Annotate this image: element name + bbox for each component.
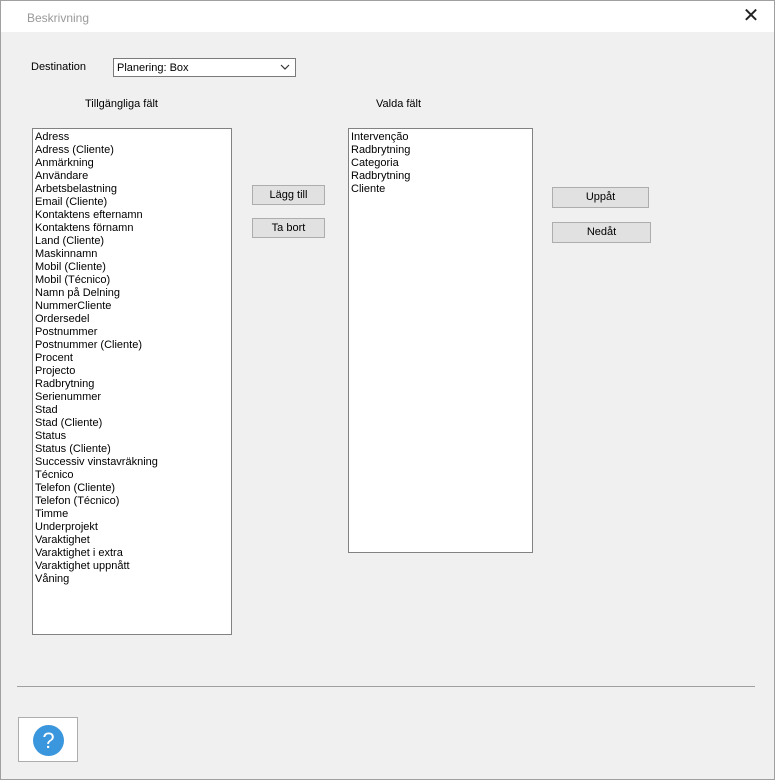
move-down-button[interactable]: Nedåt xyxy=(552,222,651,243)
available-field-list-item[interactable]: Postnummer xyxy=(35,326,231,339)
footer-divider xyxy=(17,686,755,687)
available-field-list-item[interactable]: Mobil (Técnico) xyxy=(35,274,231,287)
available-field-list-item[interactable]: Procent xyxy=(35,352,231,365)
selected-fields-header: Valda fält xyxy=(376,98,422,110)
available-field-list-item[interactable]: Mobil (Cliente) xyxy=(35,261,231,274)
available-fields-header: Tillgängliga fält xyxy=(85,98,158,110)
destination-label: Destination xyxy=(31,61,87,73)
add-button[interactable]: Lägg till xyxy=(252,185,325,205)
available-field-list-item[interactable]: Underprojekt xyxy=(35,521,231,534)
title-bar: Beskrivning ✕ xyxy=(1,1,774,32)
selected-field-list-item[interactable]: Radbrytning xyxy=(351,144,532,157)
available-field-list-item[interactable]: Adress xyxy=(35,131,231,144)
selected-field-list-item[interactable]: Radbrytning xyxy=(351,170,532,183)
selected-field-list-item[interactable]: Intervenção xyxy=(351,131,532,144)
available-field-list-item[interactable]: Varaktighet i extra xyxy=(35,547,231,560)
available-field-list-item[interactable]: Namn på Delning xyxy=(35,287,231,300)
chevron-down-icon xyxy=(280,64,290,70)
help-button[interactable]: ? xyxy=(18,717,78,762)
available-field-list-item[interactable]: Telefon (Cliente) xyxy=(35,482,231,495)
available-field-list-item[interactable]: Radbrytning xyxy=(35,378,231,391)
available-field-list-item[interactable]: Varaktighet xyxy=(35,534,231,547)
dialog-window: Beskrivning ✕ Destination Planering: Box… xyxy=(0,0,775,780)
available-fields-list[interactable]: Adress Adress (Cliente) Anmärkning Användar… xyxy=(32,128,232,635)
destination-selected-value: Planering: Box xyxy=(117,62,189,74)
available-field-list-item[interactable]: Email (Cliente) xyxy=(35,196,231,209)
available-field-list-item[interactable]: Land (Cliente) xyxy=(35,235,231,248)
available-field-list-item[interactable]: Varaktighet uppnått xyxy=(35,560,231,573)
available-field-list-item[interactable]: Kontaktens förnamn xyxy=(35,222,231,235)
remove-button[interactable]: Ta bort xyxy=(252,218,325,238)
help-icon: ? xyxy=(33,725,64,756)
available-field-list-item[interactable]: Stad xyxy=(35,404,231,417)
available-field-list-item[interactable]: Adress (Cliente) xyxy=(35,144,231,157)
selected-field-list-item[interactable]: Categoria xyxy=(351,157,532,170)
available-field-list-item[interactable]: Postnummer (Cliente) xyxy=(35,339,231,352)
available-field-list-item[interactable]: Timme xyxy=(35,508,231,521)
available-field-list-item[interactable]: Projecto xyxy=(35,365,231,378)
available-field-list-item[interactable]: Status (Cliente) xyxy=(35,443,231,456)
selected-fields-list[interactable]: Intervenção Radbrytning Categoria Radbrytni… xyxy=(348,128,533,553)
available-field-list-item[interactable]: Arbetsbelastning xyxy=(35,183,231,196)
available-field-list-item[interactable]: Kontaktens efternamn xyxy=(35,209,231,222)
close-icon[interactable]: ✕ xyxy=(740,5,762,27)
available-field-list-item[interactable]: Status xyxy=(35,430,231,443)
window-title: Beskrivning xyxy=(27,11,90,25)
available-field-list-item[interactable]: Stad (Cliente) xyxy=(35,417,231,430)
destination-select[interactable]: Planering: Box xyxy=(113,58,296,77)
available-field-list-item[interactable]: Anmärkning xyxy=(35,157,231,170)
available-field-list-item[interactable]: Serienummer xyxy=(35,391,231,404)
available-field-list-item[interactable]: Våning xyxy=(35,573,231,586)
available-field-list-item[interactable]: Técnico xyxy=(35,469,231,482)
available-field-list-item[interactable]: Maskinnamn xyxy=(35,248,231,261)
selected-field-list-item[interactable]: Cliente xyxy=(351,183,532,196)
available-field-list-item[interactable]: NummerCliente xyxy=(35,300,231,313)
available-field-list-item[interactable]: Användare xyxy=(35,170,231,183)
available-field-list-item[interactable]: Ordersedel xyxy=(35,313,231,326)
available-field-list-item[interactable]: Telefon (Técnico) xyxy=(35,495,231,508)
available-field-list-item[interactable]: Successiv vinstavräkning xyxy=(35,456,231,469)
move-up-button[interactable]: Uppåt xyxy=(552,187,649,208)
